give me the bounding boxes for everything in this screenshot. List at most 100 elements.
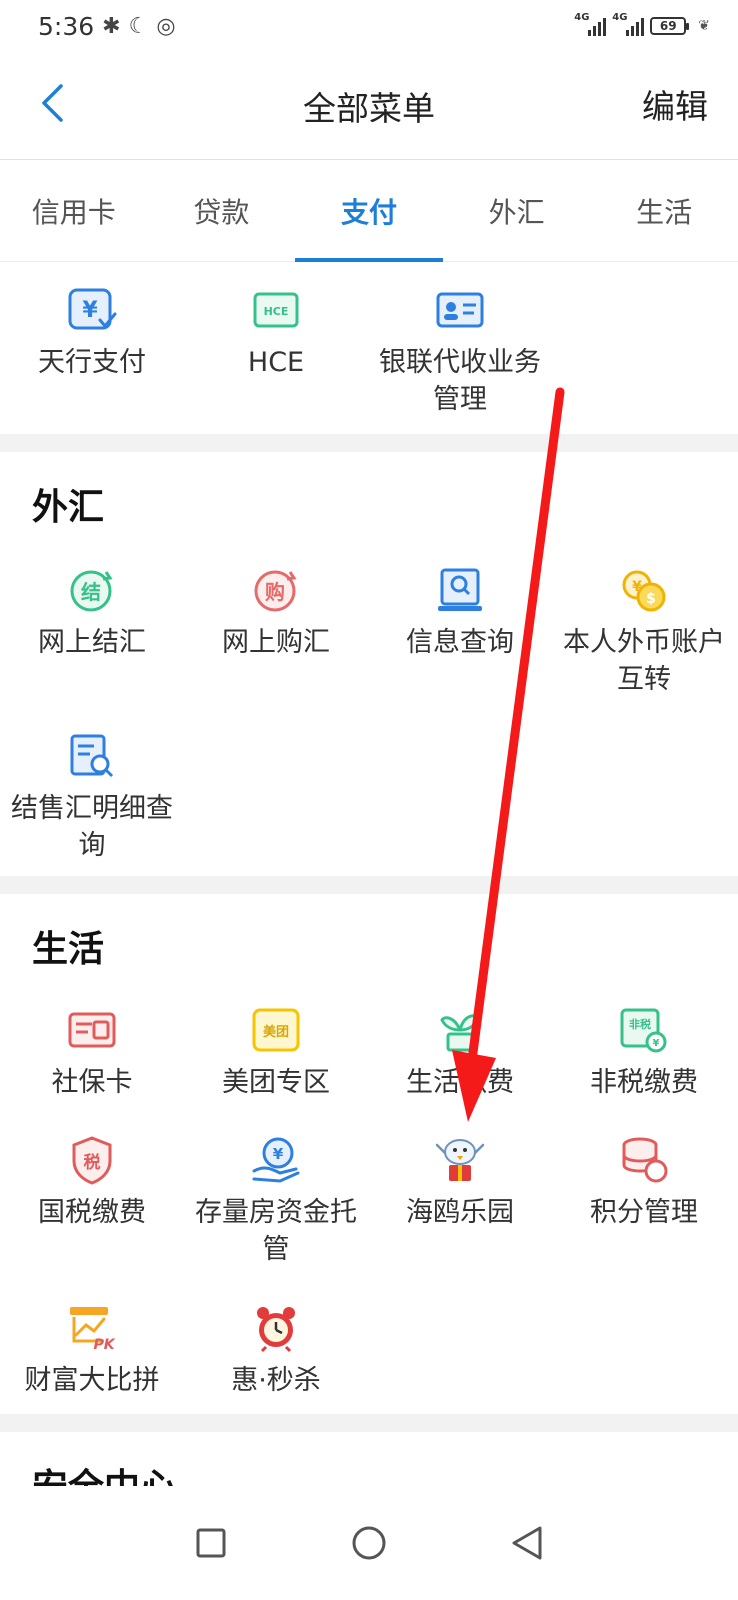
- edit-button[interactable]: 编辑: [642, 80, 708, 128]
- menu-item-label: 财富大比拼: [24, 1365, 160, 1396]
- tab-life[interactable]: 生活: [590, 161, 738, 261]
- svg-text:¥: ¥: [653, 1038, 660, 1049]
- non-tax-icon: 非税 ¥: [618, 1004, 670, 1056]
- menu-item-label: 信息查询: [406, 627, 514, 658]
- svg-text:结: 结: [81, 580, 101, 604]
- signal-icon: 4G: [574, 12, 607, 36]
- svg-text:¥: ¥: [82, 298, 98, 323]
- page-title: 全部菜单: [303, 88, 435, 128]
- back-nav-button[interactable]: [503, 1519, 551, 1567]
- menu-item-online-purchase[interactable]: 购 网上购汇: [184, 564, 368, 661]
- status-bar: 5:36 ✱ ☾ ◎ 4G 4G 69 ❦: [0, 0, 738, 52]
- section-title: 外汇: [32, 487, 105, 528]
- status-time: 5:36: [38, 11, 95, 41]
- tab-forex[interactable]: 外汇: [443, 161, 591, 261]
- menu-item-label: 惠·秒杀: [231, 1365, 321, 1396]
- menu-item-label: 存量房资金托管: [195, 1197, 357, 1265]
- back-button[interactable]: [30, 78, 74, 128]
- divider: [0, 876, 738, 894]
- tab-payment[interactable]: 支付: [295, 161, 443, 262]
- payment-section: ¥ 天行支付 HCE HCE 银联代收业务管理: [0, 262, 738, 434]
- menu-item-points[interactable]: 积分管理: [552, 1134, 736, 1231]
- square-icon: [196, 1528, 226, 1558]
- security-section: 安全中心: [0, 1432, 738, 1492]
- menu-item-label: 银联代收业务管理: [379, 347, 541, 415]
- svg-text:$: $: [646, 591, 656, 607]
- svg-text:¥: ¥: [273, 1145, 284, 1163]
- system-nav-bar: [0, 1486, 738, 1600]
- menu-item-utility-payment[interactable]: 生活缴费: [368, 1004, 552, 1101]
- menu-item-online-settle[interactable]: 结 网上结汇: [0, 564, 184, 661]
- tax-shield-icon: 税: [66, 1134, 118, 1186]
- menu-item-label: 社保卡: [51, 1067, 133, 1098]
- svg-text:HCE: HCE: [264, 305, 289, 318]
- detail-search-icon: [66, 730, 118, 782]
- life-section: 生活 社保卡 美团 美团专区 生活缴费 非税 ¥ 非税缴费 税 国税缴费 ¥ 存量…: [0, 894, 738, 1414]
- info-search-icon: [434, 564, 486, 616]
- menu-item-flash-sale[interactable]: 惠·秒杀: [184, 1302, 368, 1399]
- alarm-clock-icon: [250, 1302, 302, 1354]
- tab-credit-card[interactable]: 信用卡: [0, 161, 148, 261]
- purchase-icon: 购: [250, 564, 302, 616]
- settle-icon: 结: [66, 564, 118, 616]
- menu-item-label: 本人外币账户互转: [563, 627, 725, 695]
- bluetooth-icon: ✱: [102, 13, 121, 39]
- category-tabs: 信用卡 贷款 支付 外汇 生活: [0, 161, 738, 262]
- coins-stack-icon: [618, 1134, 670, 1186]
- seagull-icon: [434, 1134, 486, 1186]
- menu-item-label: 海鸥乐园: [406, 1197, 514, 1228]
- moon-icon: ☾: [128, 13, 149, 39]
- menu-item-tianxing-pay[interactable]: ¥ 天行支付: [0, 284, 184, 381]
- svg-text:非税: 非税: [629, 1017, 651, 1031]
- menu-item-meituan[interactable]: 美团 美团专区: [184, 1004, 368, 1101]
- menu-item-unionpay-collection[interactable]: 银联代收业务管理: [368, 284, 552, 418]
- id-card-icon: [434, 284, 486, 336]
- menu-item-label: 积分管理: [590, 1197, 698, 1228]
- chevron-left-icon: [42, 84, 63, 122]
- divider: [0, 1414, 738, 1432]
- leaf-icon: ❦: [698, 18, 710, 34]
- menu-item-info-query[interactable]: 信息查询: [368, 564, 552, 661]
- menu-item-label: 国税缴费: [38, 1197, 146, 1228]
- tab-loan[interactable]: 贷款: [148, 161, 296, 261]
- menu-item-social-card[interactable]: 社保卡: [0, 1004, 184, 1101]
- home-button[interactable]: [345, 1519, 393, 1567]
- menu-item-label: 美团专区: [222, 1067, 330, 1098]
- plant-icon: [434, 1004, 486, 1056]
- menu-item-label: 非税缴费: [590, 1067, 698, 1098]
- menu-item-seagull-park[interactable]: 海鸥乐园: [368, 1134, 552, 1231]
- social-card-icon: [66, 1004, 118, 1056]
- meituan-icon: 美团: [250, 1004, 302, 1056]
- menu-item-label: 生活缴费: [406, 1067, 514, 1098]
- menu-item-wealth-contest[interactable]: PK 财富大比拼: [0, 1302, 184, 1399]
- forex-section: 外汇 结 网上结汇 购 网上购汇 信息查询 ¥ $ 本人外币账户互转 结售汇明细查…: [0, 452, 738, 876]
- menu-item-label: HCE: [247, 347, 305, 378]
- menu-item-housing-escrow[interactable]: ¥ 存量房资金托管: [184, 1134, 368, 1268]
- svg-text:购: 购: [265, 580, 285, 604]
- triangle-back-icon: [512, 1526, 542, 1560]
- menu-item-label: 网上购汇: [222, 627, 330, 658]
- svg-text:税: 税: [84, 1152, 101, 1173]
- menu-item-non-tax-payment[interactable]: 非税 ¥ 非税缴费: [552, 1004, 736, 1101]
- pk-chart-icon: PK: [66, 1302, 118, 1354]
- svg-text:PK: PK: [93, 1337, 115, 1353]
- yuan-check-icon: ¥: [66, 284, 118, 336]
- hce-card-icon: HCE: [250, 284, 302, 336]
- section-title: 生活: [32, 929, 105, 970]
- header: 全部菜单 编辑: [0, 52, 738, 160]
- menu-item-label: 网上结汇: [38, 627, 146, 658]
- menu-item-national-tax[interactable]: 税 国税缴费: [0, 1134, 184, 1231]
- hand-yuan-icon: ¥: [250, 1134, 302, 1186]
- battery-icon: 69: [650, 17, 690, 35]
- divider: [0, 434, 738, 452]
- menu-item-hce[interactable]: HCE HCE: [184, 284, 368, 381]
- currency-exchange-icon: ¥ $: [618, 564, 670, 616]
- menu-item-own-fx-transfer[interactable]: ¥ $ 本人外币账户互转: [552, 564, 736, 698]
- hotspot-icon: ◎: [156, 13, 176, 39]
- svg-text:美团: 美团: [263, 1024, 289, 1040]
- circle-icon: [352, 1526, 386, 1560]
- menu-item-fx-detail-query[interactable]: 结售汇明细查询: [0, 730, 184, 864]
- recents-button[interactable]: [187, 1519, 235, 1567]
- menu-item-label: 结售汇明细查询: [11, 793, 173, 861]
- menu-item-label: 天行支付: [38, 347, 146, 378]
